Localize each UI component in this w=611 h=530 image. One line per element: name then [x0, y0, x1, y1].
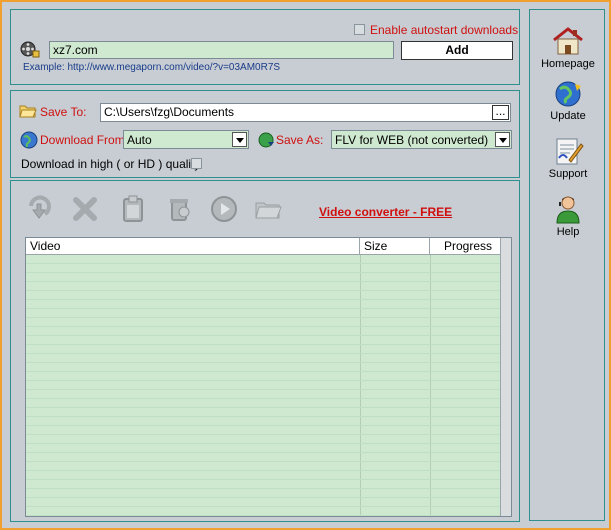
main-window: Enable autostart downloads xz7.com Add E… [2, 2, 609, 528]
autostart-label: Enable autostart downloads [370, 23, 519, 37]
globe-icon [20, 131, 38, 149]
download-list-panel: Video converter - FREE Video Size Progre… [10, 180, 520, 522]
film-reel-icon [20, 41, 40, 58]
globe-update-icon [555, 81, 581, 107]
download-arrow-icon[interactable] [25, 194, 55, 224]
save-to-path-field[interactable]: C:\Users\fzg\Documents [100, 103, 511, 122]
folder-open-icon [19, 105, 37, 118]
sidebar-item-label: Update [550, 110, 586, 122]
delete-x-icon[interactable] [70, 194, 100, 224]
chevron-down-icon[interactable] [495, 132, 510, 147]
clipboard-icon[interactable] [118, 194, 148, 224]
column-header-video[interactable]: Video [26, 238, 360, 254]
url-input[interactable]: xz7.com [49, 41, 394, 59]
home-icon [553, 27, 583, 55]
save-as-select[interactable]: FLV for WEB (not converted) [331, 130, 512, 149]
recycle-bin-icon[interactable] [164, 194, 194, 224]
chevron-down-icon[interactable] [232, 132, 247, 147]
vertical-scrollbar[interactable] [500, 238, 511, 516]
support-icon [556, 138, 584, 165]
save-panel: Save To: C:\Users\fzg\Documents ... Down… [10, 90, 520, 178]
sidebar-item-support[interactable]: Support [530, 136, 606, 180]
add-button[interactable]: Add [401, 41, 513, 60]
download-from-value: Auto [127, 133, 152, 147]
download-from-select[interactable]: Auto [123, 130, 249, 149]
downloads-table[interactable]: Video Size Progress [25, 237, 512, 517]
save-as-value: FLV for WEB (not converted) [335, 133, 489, 147]
video-converter-link[interactable]: Video converter - FREE [319, 205, 452, 219]
download-from-label: Download From: [40, 133, 129, 147]
hq-label: Download in high ( or HD ) quality [21, 157, 201, 171]
sidebar-item-label: Support [548, 168, 588, 180]
sidebar-item-help[interactable]: Help [530, 194, 606, 238]
column-header-size[interactable]: Size [360, 238, 430, 254]
sidebar-item-label: Homepage [541, 58, 595, 70]
browse-button[interactable]: ... [492, 105, 509, 120]
open-folder-icon[interactable] [253, 194, 283, 224]
sidebar-item-update[interactable]: Update [530, 80, 606, 122]
save-as-label: Save As: [276, 133, 324, 147]
save-to-label: Save To: [40, 105, 87, 119]
sidebar: Homepage Update Support Help [529, 9, 605, 521]
sidebar-item-homepage[interactable]: Homepage [530, 26, 606, 70]
example-text: Example: http://www.megaporn.com/video/?… [23, 62, 281, 73]
help-person-icon [556, 196, 580, 224]
save-globe-icon [258, 132, 274, 148]
url-panel: Enable autostart downloads xz7.com Add E… [10, 9, 520, 85]
table-header: Video Size Progress [26, 238, 511, 255]
play-icon[interactable] [209, 194, 239, 224]
autostart-checkbox[interactable] [354, 24, 365, 35]
sidebar-item-label: Help [556, 226, 580, 238]
hq-checkbox[interactable] [191, 158, 202, 169]
column-header-progress[interactable]: Progress [430, 238, 501, 254]
table-body [26, 255, 511, 516]
